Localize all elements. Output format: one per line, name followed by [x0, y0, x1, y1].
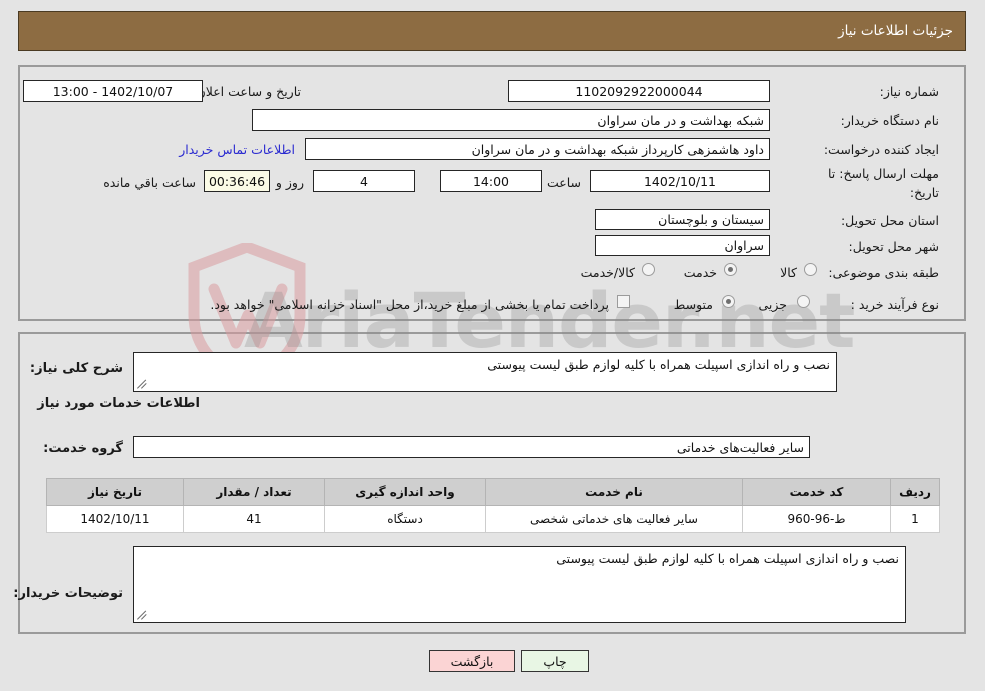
need-info-panel — [18, 65, 966, 321]
treasury-docs-checkbox[interactable] — [617, 295, 630, 308]
purchase-type-option-motavaset: متوسط — [673, 297, 713, 312]
category-radio-kala[interactable] — [804, 263, 817, 276]
announce-datetime-value: 13:00 - 1402/10/07 — [23, 80, 203, 102]
service-group-label: گروه خدمت: — [43, 441, 123, 456]
province-label: استان محل تحویل: — [840, 213, 939, 228]
need-number-label: شماره نیاز: — [879, 84, 939, 99]
countdown-timer-unit: ساعت باقي مانده — [103, 175, 196, 190]
services-heading: اطلاعات خدمات مورد نیاز — [37, 396, 200, 411]
need-number-value: 1102092922000044 — [508, 80, 770, 102]
deadline-hour-label: ساعت — [546, 175, 581, 190]
page-header: جزئیات اطلاعات نیاز — [18, 11, 966, 51]
province-value: سیستان و بلوچستان — [595, 209, 770, 230]
services-table: ردیف کد خدمت نام خدمت واحد اندازه گیری ت… — [46, 478, 940, 533]
cell-service-name: سایر فعالیت های خدماتی شخصی — [485, 505, 743, 533]
category-label: طبقه بندی موضوعی: — [828, 265, 939, 280]
treasury-docs-label: پرداخت تمام یا بخشی از مبلغ خرید،از محل … — [210, 297, 609, 312]
deadline-label-line1: مهلت ارسال پاسخ: تا — [828, 166, 939, 181]
countdown-timer: 00:36:46 — [204, 170, 270, 192]
need-summary-textarea[interactable]: نصب و راه اندازی اسپیلت همراه با کلیه لو… — [133, 352, 837, 392]
page-root: AriaTender.net جزئیات اطلاعات نیاز شماره… — [0, 0, 985, 691]
city-value: سراوان — [595, 235, 770, 256]
category-radio-khedmat[interactable] — [724, 263, 737, 276]
cell-row-no: 1 — [890, 505, 940, 533]
col-service-code: کد خدمت — [742, 478, 891, 506]
cell-need-date: 1402/10/11 — [46, 505, 184, 533]
col-unit: واحد اندازه گیری — [324, 478, 486, 506]
category-option-kala: کالا — [780, 265, 797, 280]
resize-handle-icon[interactable] — [137, 379, 147, 389]
purchase-type-label: نوع فرآیند خرید : — [850, 297, 939, 312]
buyer-org-value: شبکه بهداشت و در مان سراوان — [252, 109, 770, 131]
purchase-type-option-jozi: جزیی — [758, 297, 787, 312]
cell-unit: دستگاه — [324, 505, 486, 533]
cell-service-code: ط-96-960 — [742, 505, 891, 533]
table-header-row: ردیف کد خدمت نام خدمت واحد اندازه گیری ت… — [46, 478, 940, 506]
purchase-type-radio-motavaset[interactable] — [722, 295, 735, 308]
buyer-notes-label: توضیحات خریدار: — [13, 586, 123, 601]
need-summary-label: شرح کلی نیاز: — [29, 361, 123, 376]
creator-label: ایجاد کننده درخواست: — [823, 142, 939, 157]
cell-quantity: 41 — [183, 505, 325, 533]
buyer-notes-textarea[interactable]: نصب و راه اندازی اسپیلت همراه با کلیه لو… — [133, 546, 906, 623]
deadline-days-unit: روز و — [275, 175, 304, 190]
creator-value: داود هاشمزهی کارپرداز شبکه بهداشت و در م… — [305, 138, 770, 160]
col-quantity: تعداد / مقدار — [183, 478, 325, 506]
deadline-date-value: 1402/10/11 — [590, 170, 770, 192]
deadline-hour-value: 14:00 — [440, 170, 542, 192]
buyer-notes-value: نصب و راه اندازی اسپیلت همراه با کلیه لو… — [556, 551, 899, 566]
resize-handle-icon-2[interactable] — [137, 610, 147, 620]
need-summary-value: نصب و راه اندازی اسپیلت همراه با کلیه لو… — [487, 357, 830, 372]
category-option-khedmat: خدمت — [683, 265, 717, 280]
table-row: 1 ط-96-960 سایر فعالیت های خدماتی شخصی د… — [46, 505, 940, 533]
category-radio-kala-khedmat[interactable] — [642, 263, 655, 276]
deadline-label-line2: تاریخ: — [909, 185, 939, 200]
city-label: شهر محل تحویل: — [848, 239, 939, 254]
print-button[interactable]: چاپ — [521, 650, 589, 672]
buyer-contact-link[interactable]: اطلاعات تماس خریدار — [179, 142, 295, 157]
col-row-no: ردیف — [890, 478, 940, 506]
back-button[interactable]: بازگشت — [429, 650, 515, 672]
col-service-name: نام خدمت — [485, 478, 743, 506]
buyer-org-label: نام دستگاه خریدار: — [840, 113, 939, 128]
service-group-value: سایر فعالیت‌های خدماتی — [133, 436, 810, 458]
page-title: جزئیات اطلاعات نیاز — [838, 23, 953, 39]
col-need-date: تاریخ نیاز — [46, 478, 184, 506]
purchase-type-radio-jozi[interactable] — [797, 295, 810, 308]
deadline-days-value: 4 — [313, 170, 415, 192]
category-option-kala-khedmat: کالا/خدمت — [580, 265, 635, 280]
